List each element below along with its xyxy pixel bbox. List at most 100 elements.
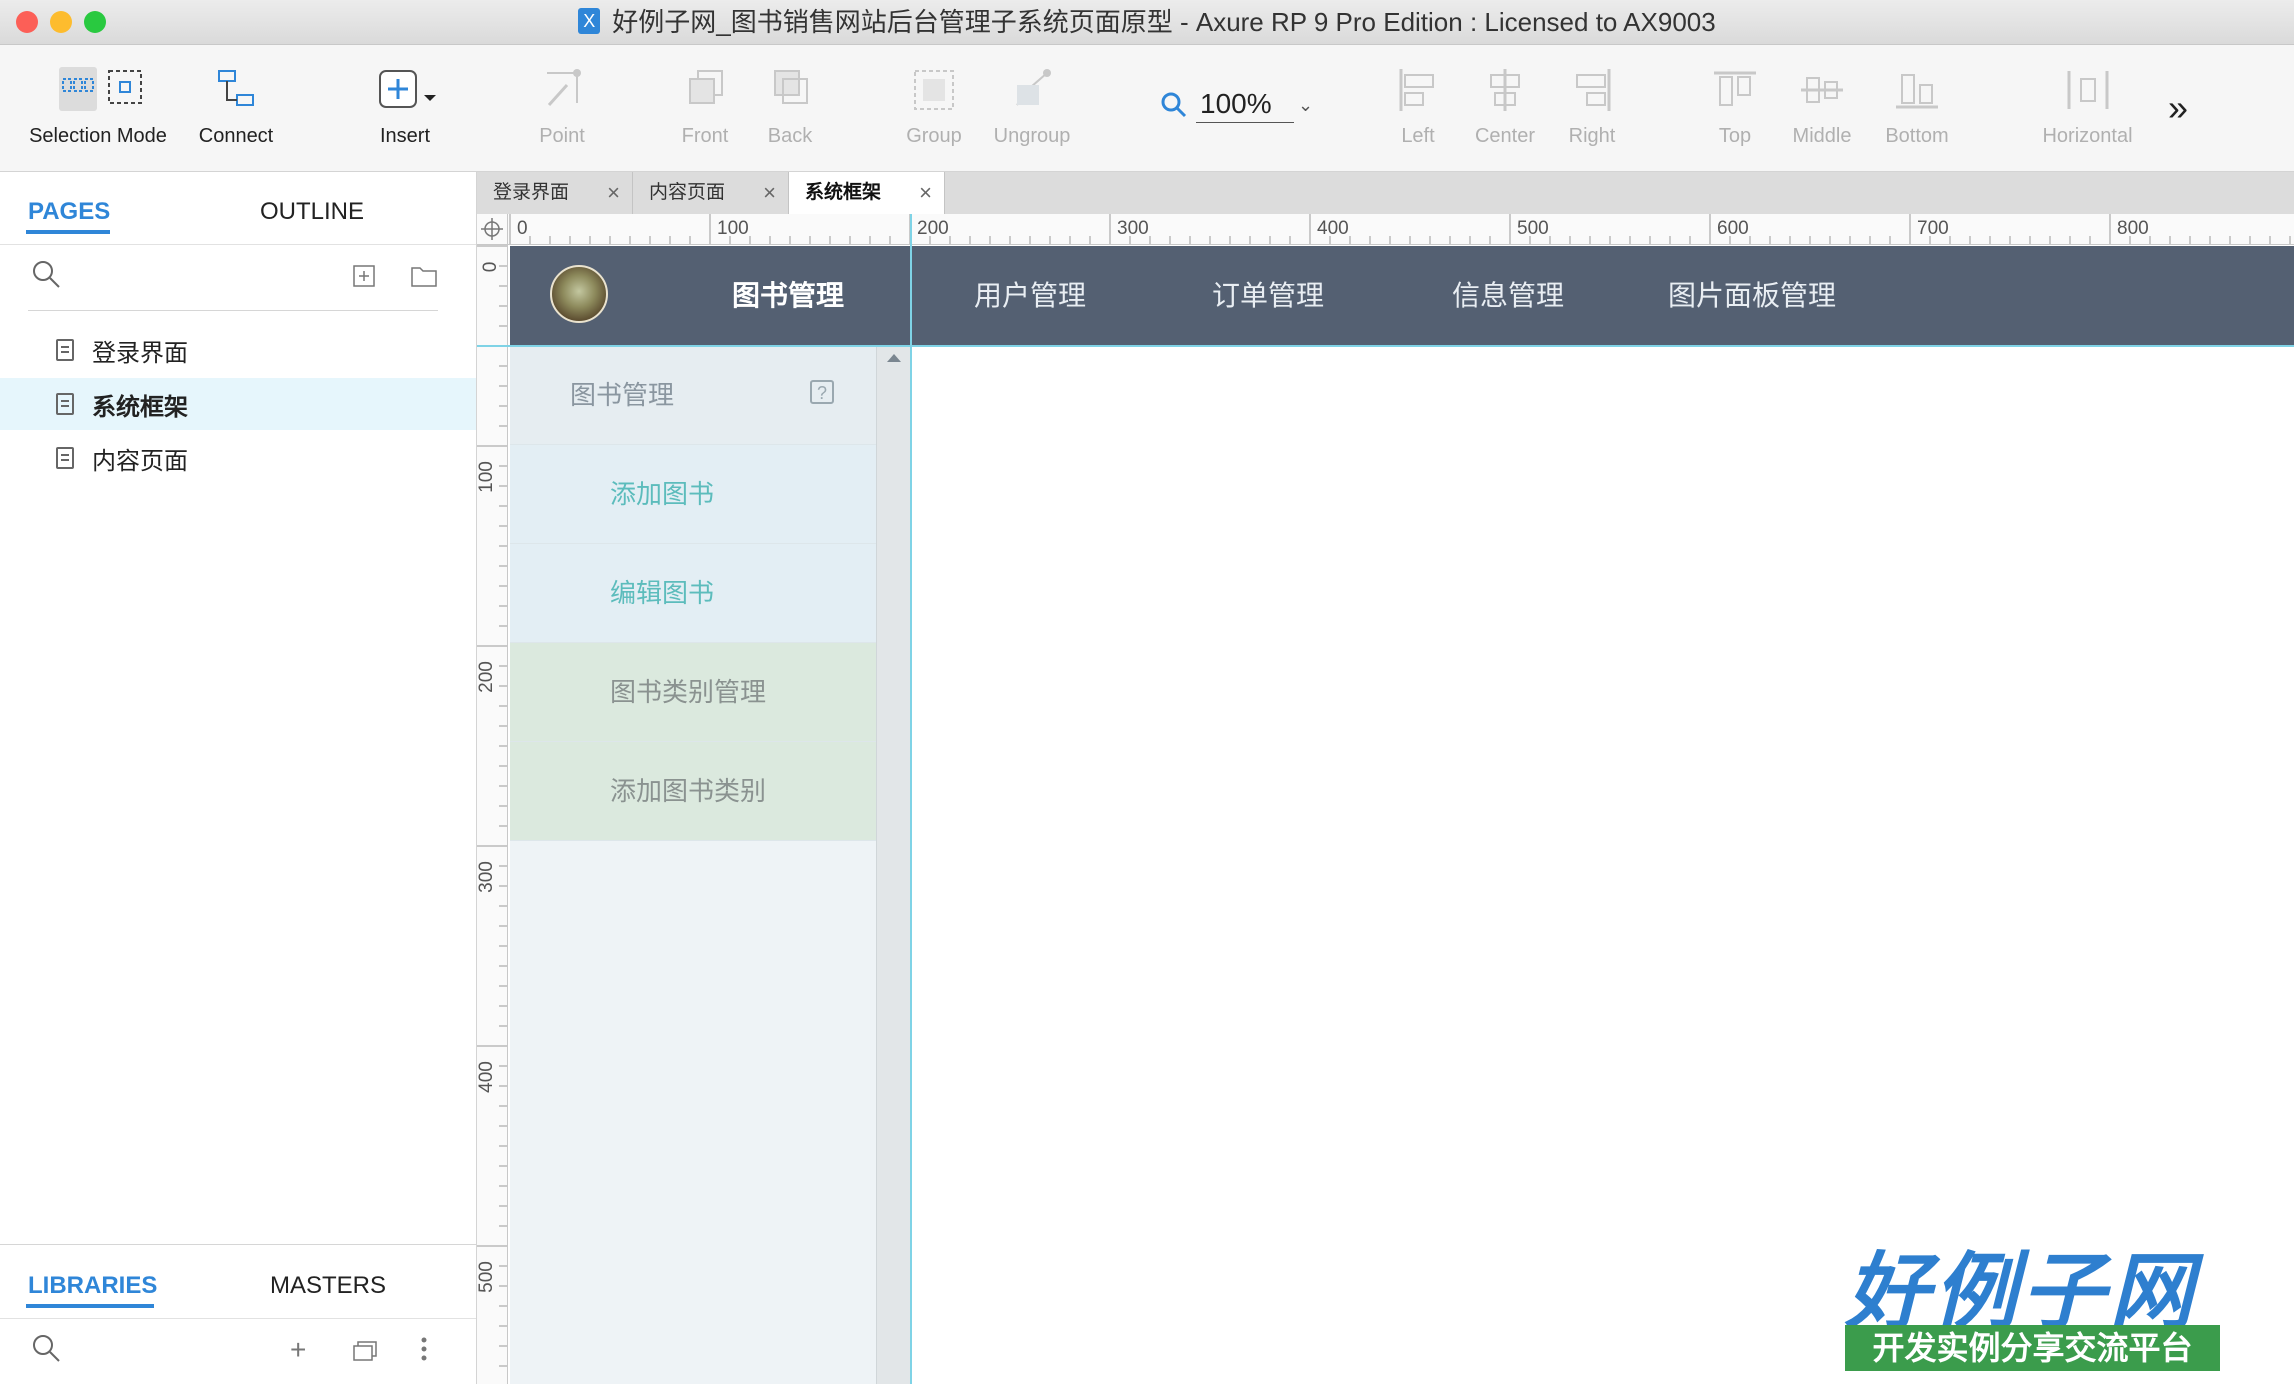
align-left-button[interactable]: Left	[1368, 63, 1468, 148]
page-item-system-frame[interactable]: 系统框架	[0, 378, 476, 430]
doc-tab-label: 系统框架	[805, 182, 882, 203]
close-tab-icon[interactable]: ×	[919, 172, 932, 214]
ruler-label: 0	[480, 261, 501, 273]
ruler-label: 300	[1117, 218, 1149, 239]
tab-outline[interactable]: OUTLINE	[260, 198, 364, 226]
title-bar: X 好例子网_图书销售网站后台管理子系统页面原型 - Axure RP 9 Pro…	[0, 0, 2294, 45]
ungroup-button[interactable]: Ungroup	[982, 63, 1082, 148]
page-item-label: 系统框架	[92, 393, 188, 421]
align-middle-button[interactable]: Middle	[1772, 63, 1872, 148]
pages-search-icon[interactable]	[30, 258, 62, 295]
align-top-button[interactable]: Top	[1685, 63, 1785, 148]
vertical-guide-line[interactable]	[910, 214, 912, 1384]
align-left-label: Left	[1401, 125, 1435, 147]
group-icon	[884, 63, 984, 117]
close-tab-icon[interactable]: ×	[763, 172, 776, 214]
align-bottom-label: Bottom	[1885, 125, 1949, 147]
align-bottom-button[interactable]: Bottom	[1867, 63, 1967, 148]
tab-pages[interactable]: PAGES	[28, 198, 110, 226]
ruler-label: 800	[2117, 218, 2149, 239]
add-library-icon[interactable]: +	[290, 1334, 306, 1366]
close-tab-icon[interactable]: ×	[607, 172, 620, 214]
doc-tab-system-frame[interactable]: 系统框架 ×	[789, 172, 945, 214]
libraries-header-divider	[0, 1318, 476, 1319]
distribute-horizontal-icon	[2030, 63, 2145, 117]
search-underline	[28, 310, 438, 311]
point-label: Point	[539, 125, 585, 147]
scroll-up-arrow-icon[interactable]	[877, 346, 911, 370]
ruler-label: 600	[1717, 218, 1749, 239]
align-center-button[interactable]: Center	[1455, 63, 1555, 148]
tab-masters[interactable]: MASTERS	[270, 1272, 386, 1300]
horizontal-ruler: 0 100 200 300 400 500 600 700 800	[477, 214, 2294, 245]
selection-mode-button[interactable]: Selection Mode	[18, 63, 178, 148]
menu-item-add-book[interactable]: 添加图书	[510, 445, 876, 544]
libraries-search-icon[interactable]	[30, 1332, 62, 1369]
insert-label: Insert	[379, 125, 431, 147]
add-page-icon[interactable]	[352, 264, 376, 293]
insert-icon	[355, 63, 455, 117]
align-right-button[interactable]: Right	[1542, 63, 1642, 148]
tab-libraries[interactable]: LIBRARIES	[28, 1272, 157, 1300]
add-folder-icon[interactable]	[410, 264, 438, 293]
doc-tab-content[interactable]: 内容页面 ×	[633, 172, 789, 214]
horizontal-guide-line[interactable]	[477, 345, 2294, 347]
zoom-control[interactable]: 100% ⌄	[1160, 85, 1313, 125]
align-top-label: Top	[1718, 125, 1752, 147]
zoom-chevron-down-icon: ⌄	[1298, 94, 1314, 115]
ruler-label: 500	[477, 1261, 497, 1293]
ruler-label: 500	[1517, 218, 1549, 239]
more-tools-button[interactable]: »	[2168, 87, 2188, 129]
nav-item-image-panel-management[interactable]: 图片面板管理	[1668, 246, 1836, 346]
menu-item-book-category-management[interactable]: 图书类别管理	[510, 643, 876, 742]
help-icon[interactable]: ?	[810, 380, 834, 404]
vertical-ruler: 0 100 200 300 400 500	[477, 244, 508, 1384]
group-label: Group	[906, 125, 962, 147]
point-button[interactable]: Point	[512, 63, 612, 148]
library-stack-icon[interactable]	[352, 1338, 380, 1367]
doc-tab-login[interactable]: 登录界面 ×	[477, 172, 633, 214]
watermark-tagline: 开发实例分享交流平台	[1845, 1325, 2220, 1371]
distribute-horizontal-button[interactable]: Horizontal	[2030, 63, 2145, 148]
page-doc-icon	[56, 447, 74, 469]
page-item-login[interactable]: 登录界面	[0, 324, 476, 376]
page-doc-icon	[56, 393, 74, 415]
double-chevron-right-icon: »	[2168, 87, 2189, 128]
library-options-icon[interactable]	[420, 1336, 428, 1367]
ruler-label: 300	[477, 861, 497, 893]
ungroup-label: Ungroup	[993, 125, 1071, 147]
point-icon	[512, 63, 612, 117]
page-item-label: 内容页面	[92, 447, 188, 475]
align-center-label: Center	[1474, 125, 1536, 147]
menu-header-book-management[interactable]: 图书管理 ?	[510, 346, 876, 445]
ruler-label: 200	[477, 661, 497, 693]
back-button[interactable]: Back	[740, 63, 840, 148]
menu-header-label: 图书管理	[570, 380, 675, 410]
connect-button[interactable]: Connect	[186, 63, 286, 148]
align-right-icon	[1542, 63, 1642, 117]
insert-button[interactable]: Insert	[355, 63, 455, 148]
selection-mode-icon	[18, 63, 178, 117]
align-center-icon	[1455, 63, 1555, 117]
window-title: X 好例子网_图书销售网站后台管理子系统页面原型 - Axure RP 9 Pro…	[0, 0, 2294, 44]
nav-item-book-management[interactable]: 图书管理	[732, 246, 844, 346]
ruler-origin-crosshair-icon[interactable]	[477, 214, 508, 245]
nav-item-info-management[interactable]: 信息管理	[1452, 246, 1564, 346]
avatar[interactable]	[550, 265, 608, 323]
page-item-content[interactable]: 内容页面	[0, 432, 476, 484]
side-menu-scrollbar[interactable]	[876, 346, 911, 1384]
prototype-side-menu: 图书管理 ? 添加图书 编辑图书 图书类别管理 添加图书类别	[510, 346, 876, 1384]
ruler-label: 700	[1917, 218, 1949, 239]
prototype-top-nav: 图书管理 用户管理 订单管理 信息管理 图片面板管理	[510, 246, 2294, 346]
zoom-value[interactable]: 100%	[1196, 88, 1294, 123]
menu-item-add-book-category[interactable]: 添加图书类别	[510, 742, 876, 841]
doc-tab-label: 内容页面	[649, 182, 726, 203]
panel-divider	[0, 244, 476, 245]
ungroup-icon	[982, 63, 1082, 117]
group-button[interactable]: Group	[884, 63, 984, 148]
nav-item-user-management[interactable]: 用户管理	[974, 246, 1086, 346]
menu-item-edit-book[interactable]: 编辑图书	[510, 544, 876, 643]
ruler-label: 100	[477, 461, 497, 493]
nav-item-order-management[interactable]: 订单管理	[1212, 246, 1324, 346]
page-item-label: 登录界面	[92, 339, 188, 367]
